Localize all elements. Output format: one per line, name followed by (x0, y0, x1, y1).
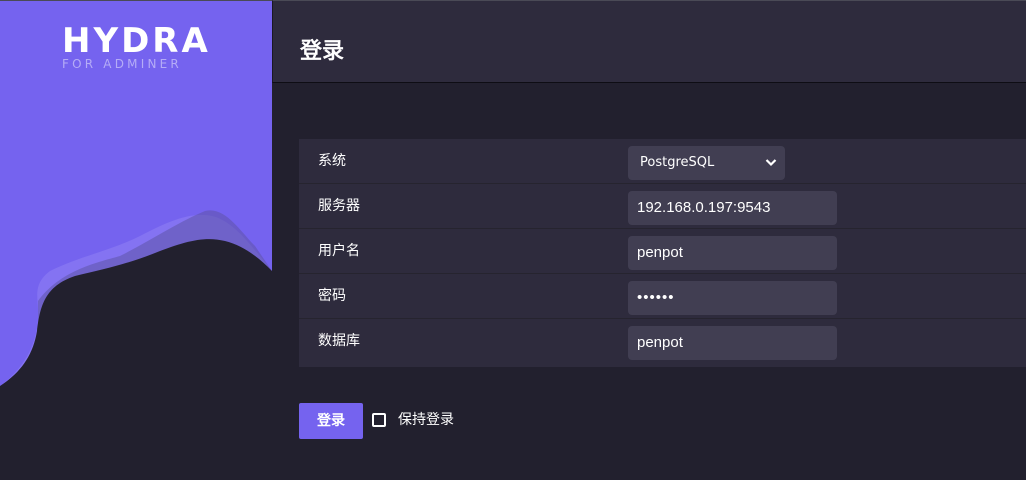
app-root: HYDRA FOR ADMINER 登录 系统 PostgreSQL 服务器 1… (0, 0, 1026, 480)
hydra-logo[interactable]: HYDRA FOR ADMINER (60, 23, 210, 73)
main-content: 登录 系统 PostgreSQL 服务器 192.168.0.197:9543 (272, 0, 1026, 480)
database-input[interactable]: penpot (628, 326, 837, 360)
username-label: 用户名 (318, 243, 360, 259)
password-input[interactable]: •••••• (628, 281, 837, 315)
database-label: 数据库 (318, 333, 360, 349)
remember-label: 保持登录 (398, 412, 454, 428)
login-form: 系统 PostgreSQL 服务器 192.168.0.197:9543 用户名… (299, 139, 1026, 367)
form-row-password: 密码 •••••• (299, 274, 1026, 319)
server-input[interactable]: 192.168.0.197:9543 (628, 191, 837, 225)
server-label: 服务器 (318, 198, 360, 214)
password-label: 密码 (318, 288, 346, 304)
system-select-value: PostgreSQL (640, 155, 715, 170)
login-button[interactable]: 登录 (299, 403, 363, 439)
logo-title: HYDRA (62, 21, 211, 61)
form-row-username: 用户名 penpot (299, 229, 1026, 274)
chevron-down-icon (765, 159, 777, 167)
form-row-database: 数据库 penpot (299, 319, 1026, 364)
form-row-server: 服务器 192.168.0.197:9543 (299, 184, 1026, 229)
remember-checkbox[interactable] (372, 413, 386, 427)
sidebar: HYDRA FOR ADMINER (0, 0, 272, 480)
system-label: 系统 (318, 153, 346, 169)
username-input[interactable]: penpot (628, 236, 837, 270)
logo-subtitle: FOR ADMINER (62, 57, 182, 71)
page-header: 登录 (272, 0, 1026, 83)
system-select[interactable]: PostgreSQL (628, 146, 785, 180)
page-title: 登录 (300, 39, 345, 64)
form-row-system: 系统 PostgreSQL (299, 139, 1026, 184)
